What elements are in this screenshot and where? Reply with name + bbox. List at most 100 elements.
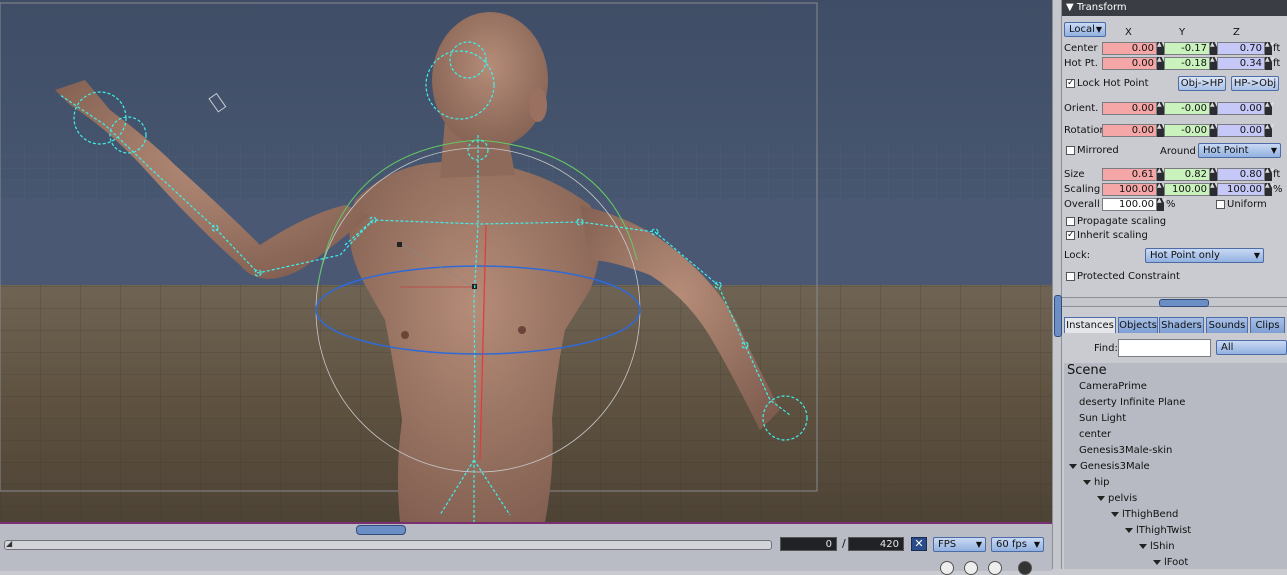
spinner-icon[interactable]: ▲▼ — [1265, 183, 1274, 196]
inherit-scaling-checkbox[interactable]: ✓ — [1066, 231, 1075, 240]
rotation-x-field[interactable]: 0.00 — [1102, 124, 1157, 137]
expand-triangle-icon[interactable] — [1125, 527, 1133, 533]
spinner-icon[interactable]: ▲▼ — [1157, 102, 1166, 115]
overall-scale-field[interactable]: 100.00 — [1102, 198, 1157, 211]
propagate-scaling-checkbox[interactable] — [1066, 217, 1075, 226]
size-x-field[interactable]: 0.61 — [1102, 168, 1157, 181]
tree-item-lshin[interactable]: lShin — [1064, 539, 1287, 555]
chevron-down-icon: ▼ — [1033, 540, 1040, 549]
viewport-resize-handle[interactable] — [356, 525, 406, 535]
tree-item-label: lThighTwist — [1136, 525, 1192, 536]
playback-button-icon[interactable] — [988, 561, 1002, 575]
center-z-field[interactable]: 0.70 — [1217, 42, 1265, 55]
spinner-icon[interactable]: ▲▼ — [1265, 124, 1274, 137]
tab-objects[interactable]: Objects — [1118, 317, 1158, 333]
around-select[interactable]: Hot Point ▼ — [1198, 143, 1281, 158]
lock-select[interactable]: Hot Point only ▼ — [1145, 248, 1264, 263]
tab-shaders[interactable]: Shaders — [1159, 317, 1204, 333]
size-label: Size — [1064, 169, 1085, 180]
tree-item-lfoot[interactable]: lFoot — [1064, 555, 1287, 569]
spinner-icon[interactable]: ▲▼ — [1210, 124, 1219, 137]
spinner-icon[interactable]: ▲▼ — [1157, 42, 1166, 55]
scaling-y-field[interactable]: 100.00 — [1164, 183, 1210, 196]
spinner-icon[interactable]: ▲▼ — [1210, 183, 1219, 196]
spinner-icon[interactable]: ▲▼ — [1157, 198, 1166, 211]
total-frames-field[interactable]: 420 — [848, 537, 904, 551]
orient-y-field[interactable]: -0.00 — [1164, 102, 1210, 115]
expand-triangle-icon[interactable] — [1153, 559, 1161, 565]
spinner-icon[interactable]: ▲▼ — [1265, 102, 1274, 115]
spinner-icon[interactable]: ▲▼ — [1210, 42, 1219, 55]
expand-triangle-icon[interactable] — [1069, 463, 1077, 469]
rotation-y-field[interactable]: -0.00 — [1164, 124, 1210, 137]
rotation-z-field[interactable]: 0.00 — [1217, 124, 1265, 137]
obj-to-hp-button[interactable]: Obj->HP — [1178, 76, 1226, 91]
scaling-z-field[interactable]: 100.00 — [1217, 183, 1265, 196]
tree-item-lthighbend[interactable]: lThighBend — [1064, 507, 1287, 523]
center-x-field[interactable]: 0.00 — [1102, 42, 1157, 55]
section-splitter[interactable] — [1062, 297, 1287, 307]
tree-item-genesis3male-skin[interactable]: Genesis3Male-skin — [1064, 443, 1287, 459]
record-button-icon[interactable] — [1018, 561, 1032, 575]
hot-point-z-field[interactable]: 0.34 — [1217, 57, 1265, 70]
tab-sounds[interactable]: Sounds — [1206, 317, 1248, 333]
splitter-grip[interactable] — [1054, 295, 1062, 337]
tree-item-genesis3male[interactable]: Genesis3Male — [1064, 459, 1287, 475]
expand-triangle-icon[interactable] — [1083, 479, 1091, 485]
timeline-scrubber[interactable] — [4, 540, 772, 550]
spinner-icon[interactable]: ▲▼ — [1210, 168, 1219, 181]
scaling-x-field[interactable]: 100.00 — [1102, 183, 1157, 196]
tab-instances[interactable]: Instances — [1064, 317, 1116, 333]
expand-triangle-icon[interactable] — [1111, 511, 1119, 517]
playback-button-icon[interactable] — [964, 561, 978, 575]
tree-item-pelvis[interactable]: pelvis — [1064, 491, 1287, 507]
center-y-field[interactable]: -0.17 — [1164, 42, 1210, 55]
mirrored-checkbox[interactable] — [1066, 146, 1075, 155]
spinner-icon[interactable]: ▲▼ — [1265, 168, 1274, 181]
spinner-icon[interactable]: ▲▼ — [1265, 42, 1274, 55]
timeline-start-marker-icon[interactable]: ◢ — [6, 540, 14, 548]
tree-item-infinite-plane[interactable]: deserty Infinite Plane — [1064, 395, 1287, 411]
tree-item-lthightwist[interactable]: lThighTwist — [1064, 523, 1287, 539]
3d-viewport[interactable] — [0, 0, 1052, 522]
tree-item-cameraprime[interactable]: CameraPrime — [1064, 379, 1287, 395]
scene-tree: Scene CameraPrime deserty Infinite Plane… — [1064, 363, 1287, 569]
manipulator-handle[interactable] — [397, 242, 402, 247]
spinner-icon[interactable]: ▲▼ — [1210, 57, 1219, 70]
find-input[interactable] — [1118, 339, 1211, 357]
filter-select[interactable]: All — [1216, 340, 1287, 355]
size-z-field[interactable]: 0.80 — [1217, 168, 1265, 181]
transform-header[interactable]: ▼ Transform — [1062, 0, 1287, 16]
protected-constraint-checkbox[interactable] — [1066, 272, 1075, 281]
current-frame-field[interactable]: 0 — [780, 537, 837, 551]
coordinate-space-select[interactable]: Local ▼ — [1064, 22, 1106, 37]
spinner-icon[interactable]: ▲▼ — [1157, 124, 1166, 137]
splitter-grip[interactable] — [1159, 299, 1209, 307]
size-y-field[interactable]: 0.82 — [1164, 168, 1210, 181]
spinner-icon[interactable]: ▲▼ — [1157, 168, 1166, 181]
expand-triangle-icon[interactable] — [1097, 495, 1105, 501]
viewport-scene[interactable] — [0, 0, 1052, 522]
playback-button-icon[interactable] — [940, 561, 954, 575]
expand-triangle-icon[interactable] — [1139, 543, 1147, 549]
tree-item-sun-light[interactable]: Sun Light — [1064, 411, 1287, 427]
hp-to-obj-button[interactable]: HP->Obj — [1231, 76, 1279, 91]
uniform-checkbox[interactable] — [1216, 200, 1225, 209]
spinner-icon[interactable]: ▲▼ — [1157, 57, 1166, 70]
rate-mode-select[interactable]: FPS ▼ — [933, 537, 986, 552]
hot-point-x-field[interactable]: 0.00 — [1102, 57, 1157, 70]
frame-rate-select[interactable]: 60 fps ▼ — [991, 537, 1044, 552]
tree-item-center[interactable]: center — [1064, 427, 1287, 443]
orient-z-field[interactable]: 0.00 — [1217, 102, 1265, 115]
tab-clips[interactable]: Clips — [1250, 317, 1285, 333]
loop-toggle-icon[interactable]: ✕ — [911, 537, 927, 551]
spinner-icon[interactable]: ▲▼ — [1157, 183, 1166, 196]
lock-hot-point-checkbox[interactable]: ✓ — [1066, 79, 1075, 88]
spinner-icon[interactable]: ▲▼ — [1265, 57, 1274, 70]
scene-root-label[interactable]: Scene — [1064, 363, 1287, 379]
orient-x-field[interactable]: 0.00 — [1102, 102, 1157, 115]
spinner-icon[interactable]: ▲▼ — [1210, 102, 1219, 115]
hot-point-y-field[interactable]: -0.18 — [1164, 57, 1210, 70]
tree-item-hip[interactable]: hip — [1064, 475, 1287, 491]
panel-splitter[interactable] — [1052, 0, 1062, 569]
